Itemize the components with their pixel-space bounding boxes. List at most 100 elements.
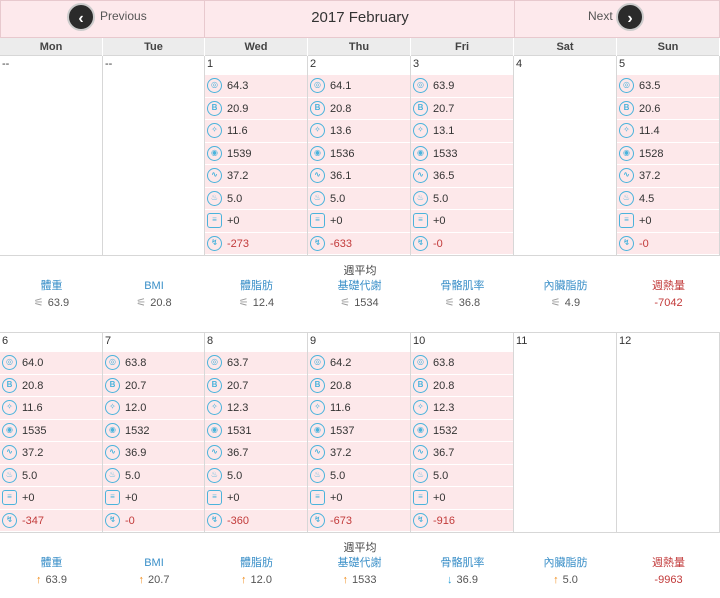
weekly-average-item: 內臟脂肪 ↑ 5.0	[514, 555, 617, 589]
day-number: 11	[516, 335, 528, 347]
weight-icon: ◎	[207, 78, 222, 93]
metric-value: 63.5	[639, 80, 661, 92]
body-fat-icon: ✧	[2, 400, 17, 415]
day-cell[interactable]: 10 ◎ 63.8 B 20.8 ✧ 12.3 ◉ 1532 ∿ 36.7 ♨ 5.0 ≡ +0 ↯ -916	[411, 333, 514, 533]
metric-value: 4.5	[639, 192, 655, 205]
metric-row: ◎ 63.9	[411, 74, 513, 97]
average-label: BMI	[144, 280, 164, 292]
weekday-label-mon: Mon	[0, 38, 103, 56]
metric-value: +0	[433, 492, 446, 504]
metric-row: ♨ 5.0	[308, 186, 410, 209]
previous-month-button[interactable]: ‹ Previous	[0, 0, 205, 38]
average-label: 骨骼肌率	[440, 557, 485, 569]
day-cell[interactable]: 12	[617, 333, 720, 533]
metric-row: ↯ -0	[617, 231, 719, 254]
metric-value: +0	[433, 215, 446, 227]
weekly-average-item: 內臟脂肪 ⚟ 4.9	[514, 278, 617, 312]
day-cell[interactable]: 1 ◎ 64.3 B 20.9 ✧ 11.6 ◉ 1539 ∿ 37.2 ♨ 5.0 ≡ +0 ↯ -273	[205, 56, 308, 256]
day-cell[interactable]: 7 ◎ 63.8 B 20.7 ✧ 12.0 ◉ 1532 ∿ 36.9 ♨ 5.0 ≡ +0 ↯ -0	[103, 333, 205, 533]
metric-row: ◎ 63.8	[103, 351, 204, 374]
metric-row: ∿ 36.7	[411, 441, 513, 464]
day-cell[interactable]: 9 ◎ 64.2 B 20.8 ✧ 11.6 ◉ 1537 ∿ 37.2 ♨ 5.0 ≡ +0 ↯ -673	[308, 333, 411, 533]
metric-value: -0	[125, 514, 135, 527]
weekday-header-row: Mon Tue Wed Thu Fri Sat Sun	[0, 38, 720, 56]
metric-value: 1532	[433, 424, 458, 437]
metric-value: 1531	[227, 424, 252, 437]
calorie-in-icon: ≡	[413, 213, 428, 228]
metric-value: -273	[227, 237, 250, 250]
metabolism-icon: ◉	[207, 145, 222, 161]
day-number: 12	[619, 335, 632, 347]
day-cell[interactable]: 4	[514, 56, 617, 256]
day-cell[interactable]: 8 ◎ 63.7 B 20.7 ✧ 12.3 ◉ 1531 ∿ 36.7 ♨ 5.0 ≡ +0 ↯ -360	[205, 333, 308, 533]
muscle-icon: ∿	[310, 168, 325, 183]
metric-value: 12.0	[125, 402, 147, 414]
day-cell[interactable]: 2 ◎ 64.1 B 20.8 ✧ 13.6 ◉ 1536 ∿ 36.1 ♨ 5.0 ≡ +0 ↯ -633	[308, 56, 411, 256]
metric-list: ◎ 63.9 B 20.7 ✧ 13.1 ◉ 1533 ∿ 36.5 ♨ 5.0 ≡ +0 ↯ -0	[411, 74, 513, 254]
calorie-burn-icon: ↯	[207, 235, 222, 251]
metric-row: ◉ 1532	[103, 418, 204, 441]
muscle-icon: ∿	[310, 445, 325, 460]
chevron-left-icon[interactable]: ‹	[67, 3, 95, 31]
metabolism-icon: ◉	[413, 422, 428, 438]
metric-row: ♨ 4.5	[617, 186, 719, 209]
calorie-in-icon: ≡	[310, 213, 325, 228]
trend-up-icon: ↑	[342, 574, 349, 586]
metric-value: 5.0	[227, 469, 243, 482]
metric-list: ◎ 64.0 B 20.8 ✧ 11.6 ◉ 1535 ∿ 37.2 ♨ 5.0 ≡ +0 ↯ -347	[0, 351, 102, 531]
bmi-icon: B	[2, 377, 17, 393]
metric-value: 64.0	[22, 357, 44, 369]
metric-value: +0	[227, 492, 240, 504]
metric-value: +0	[22, 492, 35, 504]
body-fat-icon: ✧	[310, 400, 325, 415]
visceral-fat-icon: ♨	[310, 190, 325, 206]
average-value-row: ⚟ 4.9	[514, 294, 617, 312]
day-cell[interactable]: --	[103, 56, 205, 256]
average-label: 體重	[40, 280, 63, 292]
next-label[interactable]: Next	[588, 9, 613, 23]
metric-value: 5.0	[125, 469, 141, 482]
average-label: 內臟脂肪	[543, 557, 588, 569]
average-value: 5.0	[562, 574, 578, 586]
metric-row: ∿ 37.2	[0, 441, 102, 464]
metric-row: ∿ 36.7	[205, 441, 307, 464]
metric-row: ♨ 5.0	[411, 186, 513, 209]
weekly-average-item: 體脂肪 ⚟ 12.4	[205, 278, 308, 312]
average-value: -9963	[654, 574, 683, 586]
metric-row: ◎ 63.8	[411, 351, 513, 374]
metabolism-icon: ◉	[413, 145, 428, 161]
metric-row: B 20.8	[411, 373, 513, 396]
previous-label[interactable]: Previous	[100, 9, 147, 23]
metric-value: 5.0	[22, 469, 38, 482]
metric-list: ◎ 64.1 B 20.8 ✧ 13.6 ◉ 1536 ∿ 36.1 ♨ 5.0 ≡ +0 ↯ -633	[308, 74, 410, 254]
metric-row: ≡ +0	[617, 209, 719, 232]
metric-value: 64.3	[227, 80, 249, 92]
metric-row: ≡ +0	[103, 486, 204, 509]
day-number: 4	[516, 58, 523, 70]
metric-row: B 20.7	[411, 96, 513, 119]
metric-row: ↯ -916	[411, 508, 513, 531]
metric-value: 37.2	[639, 170, 661, 182]
average-label: 基礎代謝	[337, 280, 382, 292]
average-value-row: ↓ 36.9	[411, 571, 514, 589]
day-number: --	[2, 58, 10, 70]
metric-value: 36.1	[330, 170, 352, 182]
chevron-right-icon[interactable]: ›	[616, 3, 644, 31]
day-cell[interactable]: 6 ◎ 64.0 B 20.8 ✧ 11.6 ◉ 1535 ∿ 37.2 ♨ 5.0 ≡ +0 ↯ -347	[0, 333, 103, 533]
day-number: 10	[413, 335, 426, 347]
metric-row: ◎ 63.7	[205, 351, 307, 374]
metric-row: ∿ 37.2	[308, 441, 410, 464]
average-label: 內臟脂肪	[543, 280, 588, 292]
next-month-button[interactable]: Next ›	[514, 0, 720, 38]
day-cell[interactable]: --	[0, 56, 103, 256]
day-cell[interactable]: 5 ◎ 63.5 B 20.6 ✧ 11.4 ◉ 1528 ∿ 37.2 ♨ 4.5 ≡ +0 ↯ -0	[617, 56, 720, 256]
average-label: 體脂肪	[240, 280, 273, 292]
body-fat-icon: ✧	[619, 123, 634, 138]
metric-value: -0	[639, 237, 649, 250]
weekly-average-item: BMI ⚟ 20.8	[103, 278, 205, 312]
day-cell[interactable]: 3 ◎ 63.9 B 20.7 ✧ 13.1 ◉ 1533 ∿ 36.5 ♨ 5.0 ≡ +0 ↯ -0	[411, 56, 514, 256]
metric-row: ∿ 37.2	[205, 164, 307, 187]
day-cell[interactable]: 11	[514, 333, 617, 533]
metric-row: B 20.7	[103, 373, 204, 396]
trend-up-icon: ↑	[138, 574, 145, 586]
